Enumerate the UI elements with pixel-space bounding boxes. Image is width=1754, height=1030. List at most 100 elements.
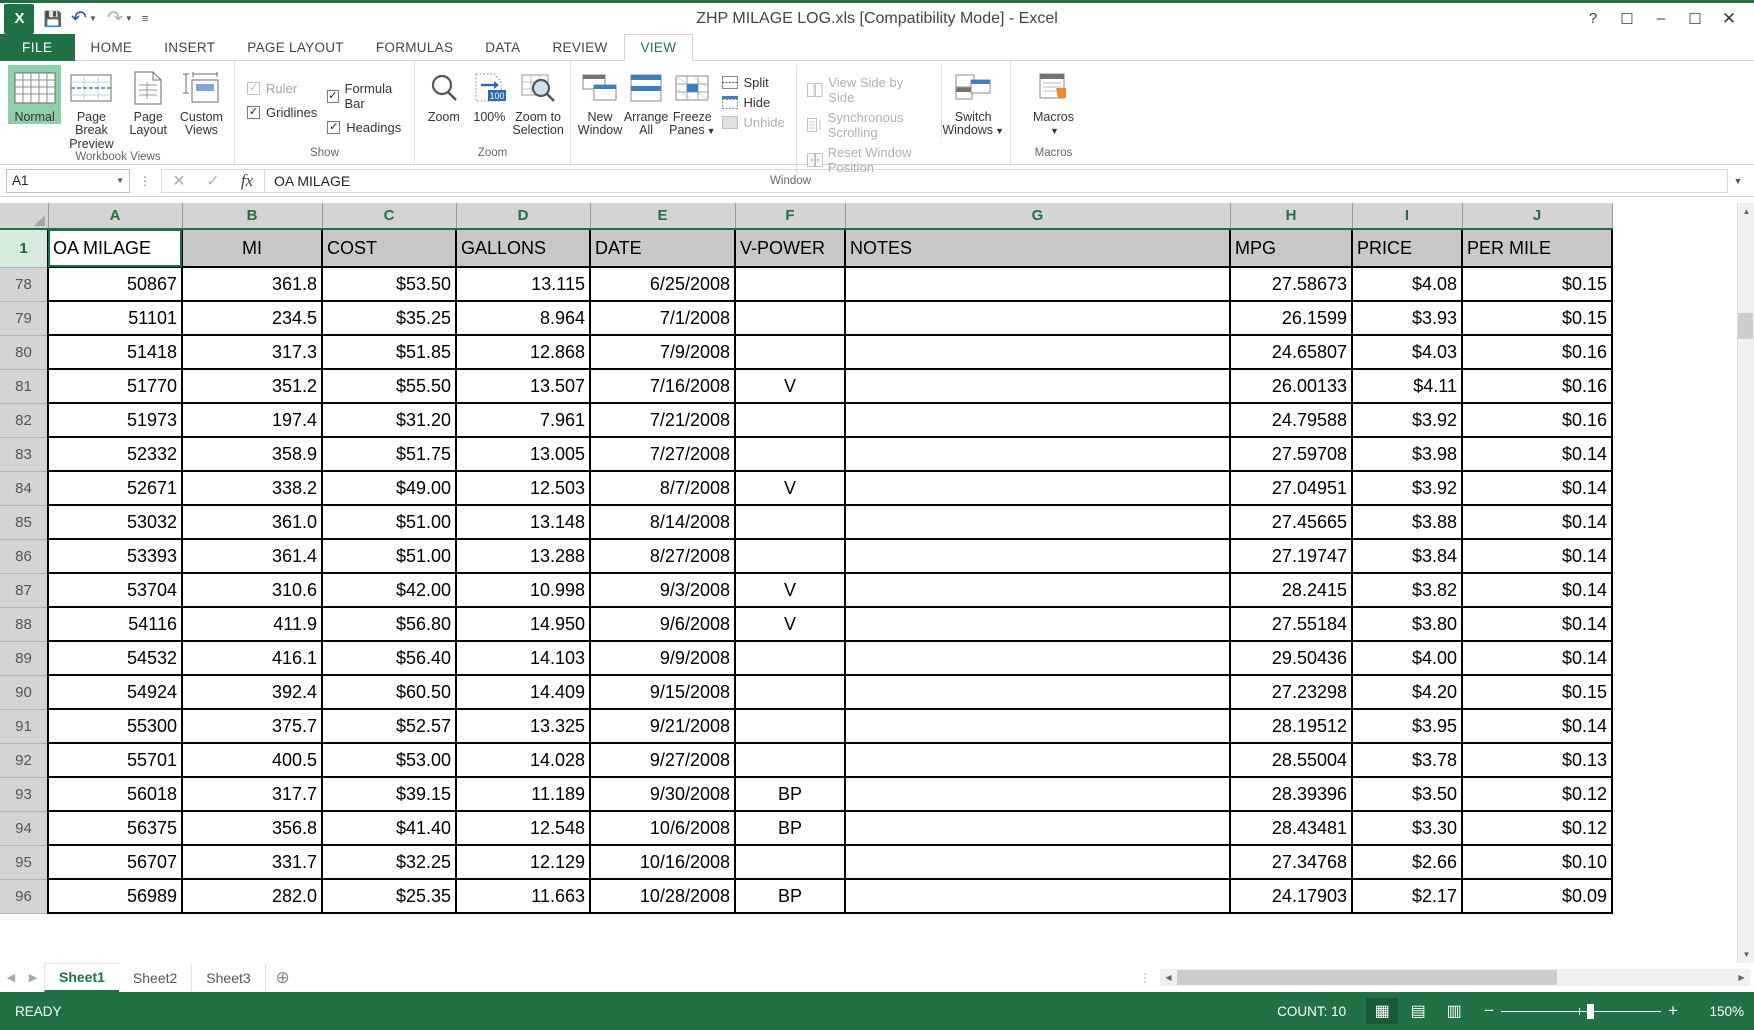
- cell-i81[interactable]: $4.11: [1352, 369, 1463, 404]
- formula-bar-checkbox[interactable]: ✓ Formula Bar: [327, 81, 404, 111]
- zoom-in-icon[interactable]: +: [1668, 1001, 1678, 1021]
- cell-j1[interactable]: PER MILE: [1462, 229, 1613, 268]
- cell-g86[interactable]: [845, 539, 1231, 574]
- cell-b79[interactable]: 234.5: [182, 301, 323, 336]
- cell-d1[interactable]: GALLONS: [456, 229, 591, 268]
- cell-j93[interactable]: $0.12: [1462, 777, 1613, 812]
- cell-g80[interactable]: [845, 335, 1231, 370]
- restore-icon[interactable]: ☐: [1678, 4, 1712, 34]
- cell-j92[interactable]: $0.13: [1462, 743, 1613, 778]
- cell-h80[interactable]: 24.65807: [1230, 335, 1353, 370]
- tab-page-layout[interactable]: PAGE LAYOUT: [231, 34, 360, 61]
- chevron-down-icon[interactable]: ▼: [995, 126, 1004, 137]
- tab-data[interactable]: DATA: [469, 34, 536, 61]
- column-header-d[interactable]: D: [456, 203, 591, 230]
- column-header-c[interactable]: C: [322, 203, 457, 230]
- cell-a78[interactable]: 50867: [47, 267, 183, 302]
- row-header-96[interactable]: 96: [0, 879, 49, 914]
- cell-a92[interactable]: 55701: [47, 743, 183, 778]
- cell-i96[interactable]: $2.17: [1352, 879, 1463, 914]
- cell-d96[interactable]: 11.663: [456, 879, 591, 914]
- cell-c90[interactable]: $60.50: [322, 675, 457, 710]
- freeze-panes-button[interactable]: Freeze Panes ▼: [669, 65, 716, 138]
- cell-j78[interactable]: $0.15: [1462, 267, 1613, 302]
- save-icon[interactable]: 💾: [40, 6, 66, 32]
- cell-d80[interactable]: 12.868: [456, 335, 591, 370]
- cell-a81[interactable]: 51770: [47, 369, 183, 404]
- cell-c85[interactable]: $51.00: [322, 505, 457, 540]
- cell-a82[interactable]: 51973: [47, 403, 183, 438]
- cell-b82[interactable]: 197.4: [182, 403, 323, 438]
- cell-j82[interactable]: $0.16: [1462, 403, 1613, 438]
- row-header-84[interactable]: 84: [0, 471, 49, 506]
- cell-f93[interactable]: BP: [735, 777, 846, 812]
- row-header-93[interactable]: 93: [0, 777, 49, 812]
- cell-i90[interactable]: $4.20: [1352, 675, 1463, 710]
- cell-e93[interactable]: 9/30/2008: [590, 777, 736, 812]
- row-header-1[interactable]: 1: [0, 229, 49, 268]
- cell-h82[interactable]: 24.79588: [1230, 403, 1353, 438]
- cell-c92[interactable]: $53.00: [322, 743, 457, 778]
- tab-file[interactable]: FILE: [0, 34, 75, 61]
- cell-e94[interactable]: 10/6/2008: [590, 811, 736, 846]
- cell-j95[interactable]: $0.10: [1462, 845, 1613, 880]
- cell-i87[interactable]: $3.82: [1352, 573, 1463, 608]
- cell-f84[interactable]: V: [735, 471, 846, 506]
- cell-g82[interactable]: [845, 403, 1231, 438]
- cell-j79[interactable]: $0.15: [1462, 301, 1613, 336]
- cell-g95[interactable]: [845, 845, 1231, 880]
- cell-a85[interactable]: 53032: [47, 505, 183, 540]
- column-header-a[interactable]: A: [48, 203, 183, 230]
- cell-b84[interactable]: 338.2: [182, 471, 323, 506]
- cell-h86[interactable]: 27.19747: [1230, 539, 1353, 574]
- cell-c79[interactable]: $35.25: [322, 301, 457, 336]
- cell-a79[interactable]: 51101: [47, 301, 183, 336]
- hide-button[interactable]: Hide: [722, 95, 785, 110]
- cell-e95[interactable]: 10/16/2008: [590, 845, 736, 880]
- cell-c89[interactable]: $56.40: [322, 641, 457, 676]
- cell-g1[interactable]: NOTES: [845, 229, 1231, 268]
- cell-e81[interactable]: 7/16/2008: [590, 369, 736, 404]
- tab-insert[interactable]: INSERT: [148, 34, 231, 61]
- cell-c84[interactable]: $49.00: [322, 471, 457, 506]
- headings-checkbox[interactable]: ✓ Headings: [327, 120, 404, 135]
- cell-i95[interactable]: $2.66: [1352, 845, 1463, 880]
- zoom-100-button[interactable]: 100 100%: [467, 65, 513, 124]
- cell-e85[interactable]: 8/14/2008: [590, 505, 736, 540]
- cell-f87[interactable]: V: [735, 573, 846, 608]
- cell-a80[interactable]: 51418: [47, 335, 183, 370]
- cell-g88[interactable]: [845, 607, 1231, 642]
- cell-c82[interactable]: $31.20: [322, 403, 457, 438]
- cell-e92[interactable]: 9/27/2008: [590, 743, 736, 778]
- normal-view-button[interactable]: Normal: [8, 65, 62, 125]
- gridlines-checkbox[interactable]: ✓ Gridlines: [247, 105, 317, 120]
- customize-qat-icon[interactable]: ≡: [138, 13, 152, 25]
- horizontal-scrollbar[interactable]: ◀ ▶: [1160, 969, 1750, 986]
- cell-i80[interactable]: $4.03: [1352, 335, 1463, 370]
- chevron-down-icon[interactable]: ▼: [707, 126, 716, 137]
- page-layout-button[interactable]: Page Layout: [122, 65, 175, 138]
- cell-d94[interactable]: 12.548: [456, 811, 591, 846]
- cell-i79[interactable]: $3.93: [1352, 301, 1463, 336]
- row-header-88[interactable]: 88: [0, 607, 49, 642]
- cell-i88[interactable]: $3.80: [1352, 607, 1463, 642]
- cell-c91[interactable]: $52.57: [322, 709, 457, 744]
- cell-f1[interactable]: V-POWER: [735, 229, 846, 268]
- row-header-92[interactable]: 92: [0, 743, 49, 778]
- arrange-all-button[interactable]: Arrange All: [623, 65, 669, 138]
- cell-b88[interactable]: 411.9: [182, 607, 323, 642]
- cell-h84[interactable]: 27.04951: [1230, 471, 1353, 506]
- cell-d92[interactable]: 14.028: [456, 743, 591, 778]
- reset-window-position-button[interactable]: Reset Window Position: [806, 145, 931, 175]
- cell-c80[interactable]: $51.85: [322, 335, 457, 370]
- row-header-91[interactable]: 91: [0, 709, 49, 744]
- tab-home[interactable]: HOME: [75, 34, 149, 61]
- cell-b92[interactable]: 400.5: [182, 743, 323, 778]
- cell-i85[interactable]: $3.88: [1352, 505, 1463, 540]
- cell-e90[interactable]: 9/15/2008: [590, 675, 736, 710]
- row-header-78[interactable]: 78: [0, 267, 49, 302]
- minimize-icon[interactable]: –: [1644, 4, 1678, 34]
- cell-h94[interactable]: 28.43481: [1230, 811, 1353, 846]
- enter-icon[interactable]: ✓: [196, 170, 230, 192]
- cell-g94[interactable]: [845, 811, 1231, 846]
